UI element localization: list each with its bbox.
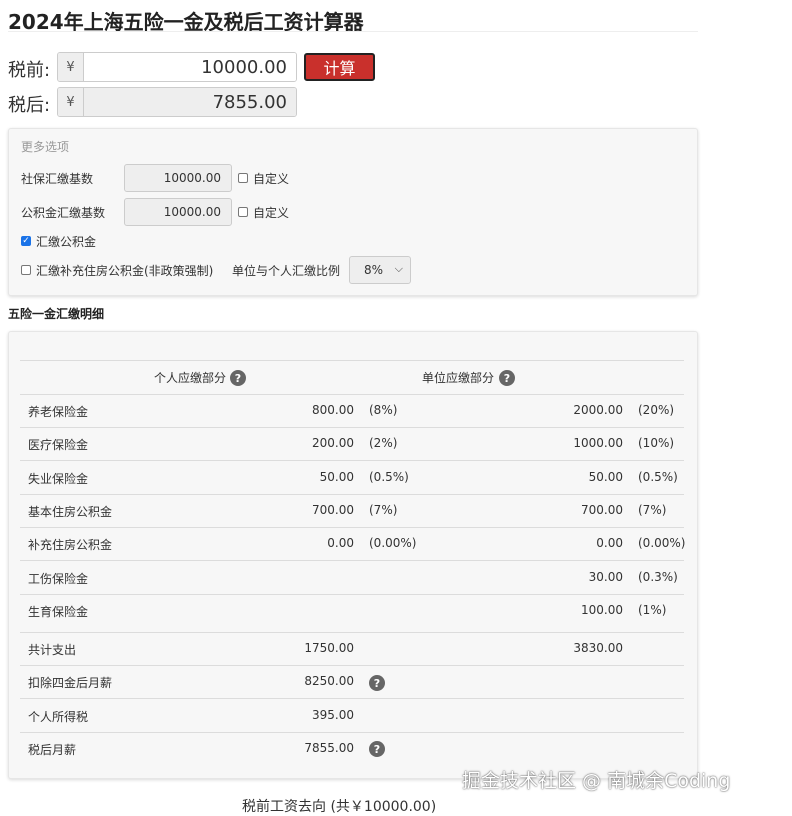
- title-divider: [8, 31, 698, 32]
- chevron-down-icon: ⌵: [394, 262, 403, 275]
- table-rule: [20, 594, 684, 595]
- detail-personal-amount: 0.00: [327, 536, 354, 550]
- flow-title: 税前工资去向 (共￥10000.00): [242, 799, 437, 815]
- social-base-label: 社保汇缴基数: [21, 172, 94, 186]
- detail-personal-rate: (0.5%): [369, 470, 409, 484]
- personal-header: 个人应缴部分: [154, 371, 227, 385]
- detail-company-amount: 1000.00: [573, 436, 623, 450]
- table-rule: [20, 494, 684, 495]
- fund-base-label: 公积金汇缴基数: [21, 206, 106, 220]
- detail-personal-amount: 800.00: [312, 403, 354, 417]
- detail-company-amount: 50.00: [588, 470, 623, 484]
- fund-base-custom-checkbox[interactable]: [238, 207, 248, 217]
- detail-name: 失业保险金: [28, 472, 89, 486]
- detail-company-amount: 700.00: [581, 503, 623, 517]
- fund-base-custom-label: 自定义: [253, 206, 290, 220]
- detail-company-rate: (20%): [638, 403, 675, 417]
- total-company: 3830.00: [573, 641, 623, 655]
- table-rule: [20, 698, 684, 699]
- table-rule: [20, 665, 684, 666]
- ratio-value: 8%: [364, 263, 384, 277]
- ratio-label: 单位与个人汇缴比例: [232, 264, 341, 278]
- options-title: 更多选项: [21, 140, 70, 154]
- detail-name: 生育保险金: [28, 605, 89, 619]
- detail-personal-rate: (2%): [369, 436, 398, 450]
- detail-name: 养老保险金: [28, 405, 89, 419]
- detail-personal-amount: 50.00: [319, 470, 354, 484]
- detail-company-rate: (10%): [638, 436, 675, 450]
- table-rule: [20, 394, 684, 395]
- detail-company-rate: (0.5%): [638, 470, 678, 484]
- watermark: 掘金技术社区 @ 南城余Coding: [462, 770, 731, 792]
- table-rule: [20, 732, 684, 733]
- pre-tax-input[interactable]: ¥ 10000.00: [57, 52, 297, 82]
- income-tax-label: 个人所得税: [28, 710, 89, 724]
- pre-tax-label: 税前:: [8, 60, 51, 81]
- net-salary-value: 7855.00: [304, 741, 354, 755]
- total-personal: 1750.00: [304, 641, 354, 655]
- table-rule: [20, 427, 684, 428]
- total-label: 共计支出: [28, 643, 77, 657]
- detail-name: 补充住房公积金: [28, 538, 113, 552]
- detail-company-rate: (0.00%): [638, 536, 686, 550]
- fund-base-input[interactable]: 10000.00: [124, 198, 232, 226]
- supp-fund-label: 汇缴补充住房公积金(非政策强制): [36, 264, 214, 278]
- help-icon[interactable]: ?: [369, 675, 385, 691]
- pre-tax-value[interactable]: 10000.00: [84, 53, 296, 81]
- table-rule: [20, 527, 684, 528]
- details-title: 五险一金汇缴明细: [8, 307, 105, 321]
- detail-personal-rate: (7%): [369, 503, 398, 517]
- pre-tax-currency: ¥: [58, 53, 84, 81]
- company-header: 单位应缴部分: [422, 371, 495, 385]
- detail-company-rate: (1%): [638, 603, 667, 617]
- help-icon[interactable]: ?: [230, 370, 246, 386]
- detail-name: 工伤保险金: [28, 572, 89, 586]
- detail-name: 医疗保险金: [28, 438, 89, 452]
- help-icon[interactable]: ?: [369, 741, 385, 757]
- post-tax-output: ¥ 7855.00: [57, 87, 297, 117]
- detail-company-rate: (0.3%): [638, 570, 678, 584]
- detail-company-amount: 30.00: [588, 570, 623, 584]
- social-base-custom-checkbox[interactable]: [238, 173, 248, 183]
- post-tax-value: 7855.00: [84, 88, 296, 116]
- ratio-select[interactable]: 8% ⌵: [349, 256, 411, 284]
- post-tax-label: 税后:: [8, 95, 51, 116]
- calculate-button[interactable]: 计算: [304, 53, 375, 81]
- detail-personal-amount: 700.00: [312, 503, 354, 517]
- detail-company-amount: 2000.00: [573, 403, 623, 417]
- post-tax-currency: ¥: [58, 88, 84, 116]
- table-top-rule: [20, 360, 684, 361]
- table-rule: [20, 460, 684, 461]
- detail-company-amount: 0.00: [596, 536, 623, 550]
- social-base-custom-label: 自定义: [253, 172, 290, 186]
- social-base-input[interactable]: 10000.00: [124, 164, 232, 192]
- net-salary-label: 税后月薪: [28, 743, 77, 757]
- table-rule: [20, 632, 684, 633]
- detail-company-rate: (7%): [638, 503, 667, 517]
- help-icon[interactable]: ?: [499, 370, 515, 386]
- supp-fund-checkbox[interactable]: [21, 265, 31, 275]
- after-deduct-label: 扣除四金后月薪: [28, 676, 113, 690]
- detail-personal-amount: 200.00: [312, 436, 354, 450]
- pay-fund-checkbox[interactable]: ✓: [21, 236, 31, 246]
- detail-company-amount: 100.00: [581, 603, 623, 617]
- income-tax-value: 395.00: [312, 708, 354, 722]
- detail-personal-rate: (8%): [369, 403, 398, 417]
- detail-personal-rate: (0.00%): [369, 536, 417, 550]
- after-deduct-value: 8250.00: [304, 674, 354, 688]
- detail-name: 基本住房公积金: [28, 505, 113, 519]
- table-rule: [20, 560, 684, 561]
- pay-fund-label: 汇缴公积金: [36, 235, 97, 249]
